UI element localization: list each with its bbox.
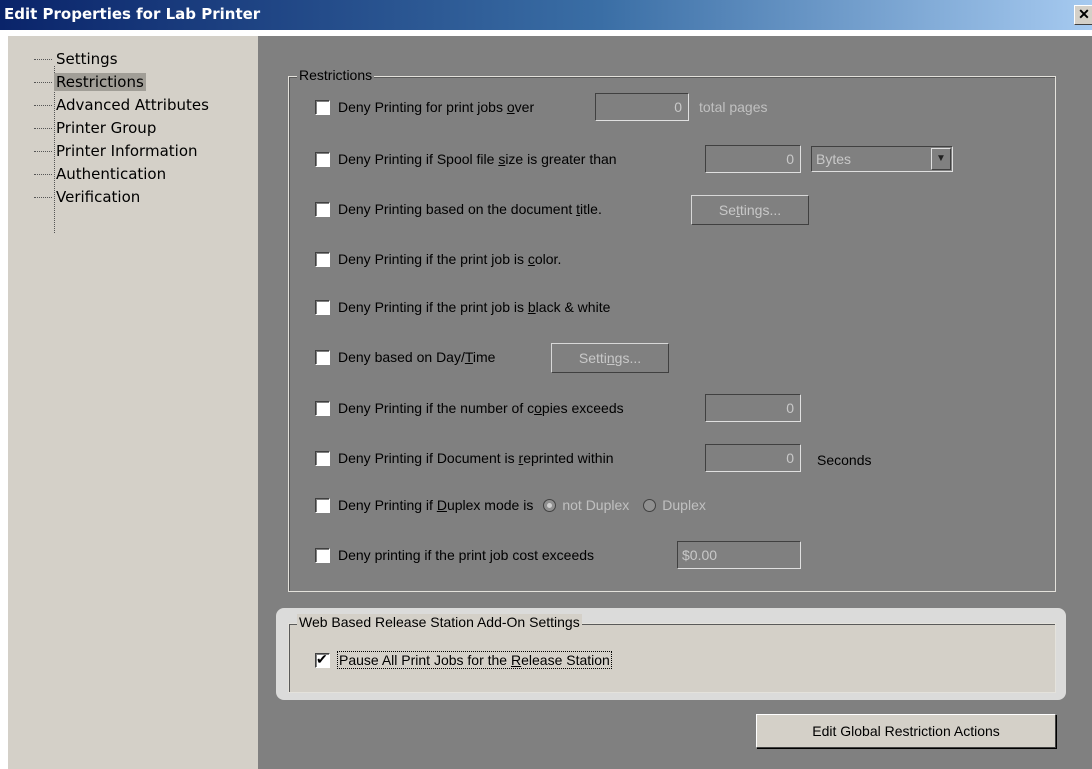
copies-input[interactable]: 0 xyxy=(705,394,801,422)
daytime-settings-button[interactable]: Settings... xyxy=(551,343,669,373)
total-pages-label: total pages xyxy=(699,99,768,115)
pause-jobs-checkbox[interactable] xyxy=(315,651,330,668)
copies-checkbox[interactable] xyxy=(315,400,330,416)
not-duplex-label: not Duplex xyxy=(562,497,630,513)
row-document-title: Deny Printing based on the document titl… xyxy=(315,197,602,221)
reprint-checkbox[interactable] xyxy=(315,450,330,466)
duplex-label: Deny Printing if Duplex mode is xyxy=(338,497,534,513)
restrictions-group: Restrictions Deny Printing for print job… xyxy=(288,67,1056,592)
settings-tree: Settings Restrictions Advanced Attribute… xyxy=(28,48,211,233)
spool-size-checkbox[interactable] xyxy=(315,151,330,167)
spool-unit-select[interactable]: Bytes ▼ xyxy=(811,146,953,172)
row-color: Deny Printing if the print job is color. xyxy=(315,247,561,271)
tree-item-verification[interactable]: Verification xyxy=(28,186,211,209)
duplex-radio[interactable] xyxy=(643,498,657,512)
release-station-group: Web Based Release Station Add-On Setting… xyxy=(288,614,1056,693)
title-bar: Edit Properties for Lab Printer ✕ xyxy=(0,0,1092,30)
color-checkbox[interactable] xyxy=(315,251,330,267)
not-duplex-radio[interactable] xyxy=(543,498,557,512)
spool-size-label: Deny Printing if Spool file size is grea… xyxy=(338,151,617,167)
max-pages-input[interactable]: 0 xyxy=(595,93,689,121)
tree-item-printer-group[interactable]: Printer Group xyxy=(28,117,211,140)
color-label: Deny Printing if the print job is color. xyxy=(338,251,562,267)
spool-unit-value: Bytes xyxy=(816,151,852,167)
cost-input[interactable]: $0.00 xyxy=(677,541,801,569)
row-duplex: Deny Printing if Duplex mode is not Dupl… xyxy=(315,493,706,517)
chevron-down-icon[interactable]: ▼ xyxy=(931,148,951,170)
document-title-label: Deny Printing based on the document titl… xyxy=(338,201,602,217)
seconds-label: Seconds xyxy=(817,452,872,468)
reprint-input[interactable]: 0 xyxy=(705,444,801,472)
copies-label: Deny Printing if the number of copies ex… xyxy=(338,400,624,416)
row-copies: Deny Printing if the number of copies ex… xyxy=(315,396,624,420)
day-time-label: Deny based on Day/Time xyxy=(338,349,496,365)
restrictions-group-title: Restrictions xyxy=(297,67,375,83)
tree-item-advanced-attributes[interactable]: Advanced Attributes xyxy=(28,94,211,117)
row-reprint: Deny Printing if Document is reprinted w… xyxy=(315,446,613,470)
max-pages-checkbox[interactable] xyxy=(315,99,330,115)
row-black-white: Deny Printing if the print job is black … xyxy=(315,295,610,319)
navigation-pane: Settings Restrictions Advanced Attribute… xyxy=(8,36,258,769)
row-cost: Deny printing if the print job cost exce… xyxy=(315,543,594,567)
row-day-time: Deny based on Day/Time xyxy=(315,345,495,369)
row-pause-jobs: Pause All Print Jobs for the Release Sta… xyxy=(315,648,612,672)
row-spool-size: Deny Printing if Spool file size is grea… xyxy=(315,147,617,171)
title-settings-button[interactable]: Settings... xyxy=(691,195,809,225)
cost-label: Deny printing if the print job cost exce… xyxy=(338,547,595,563)
cost-checkbox[interactable] xyxy=(315,547,330,563)
duplex-option-label: Duplex xyxy=(662,497,706,513)
release-station-group-title: Web Based Release Station Add-On Setting… xyxy=(297,614,582,630)
spool-size-input[interactable]: 0 xyxy=(705,145,801,173)
black-white-label: Deny Printing if the print job is black … xyxy=(338,299,611,315)
tree-item-restrictions[interactable]: Restrictions xyxy=(28,71,211,94)
document-title-checkbox[interactable] xyxy=(315,201,330,217)
black-white-checkbox[interactable] xyxy=(315,299,330,315)
max-pages-label: Deny Printing for print jobs over xyxy=(338,99,535,115)
day-time-checkbox[interactable] xyxy=(315,349,330,365)
tree-item-settings[interactable]: Settings xyxy=(28,48,211,71)
duplex-checkbox[interactable] xyxy=(315,497,330,513)
reprint-label: Deny Printing if Document is reprinted w… xyxy=(338,450,614,466)
row-max-pages: Deny Printing for print jobs over xyxy=(315,95,534,119)
tree-item-authentication[interactable]: Authentication xyxy=(28,163,211,186)
window-title: Edit Properties for Lab Printer xyxy=(4,5,261,23)
tree-item-printer-information[interactable]: Printer Information xyxy=(28,140,211,163)
close-icon[interactable]: ✕ xyxy=(1074,5,1092,25)
restrictions-panel: Restrictions Deny Printing for print job… xyxy=(258,36,1092,769)
edit-global-restriction-actions-button[interactable]: Edit Global Restriction Actions xyxy=(756,714,1056,748)
pause-jobs-label[interactable]: Pause All Print Jobs for the Release Sta… xyxy=(337,651,612,669)
